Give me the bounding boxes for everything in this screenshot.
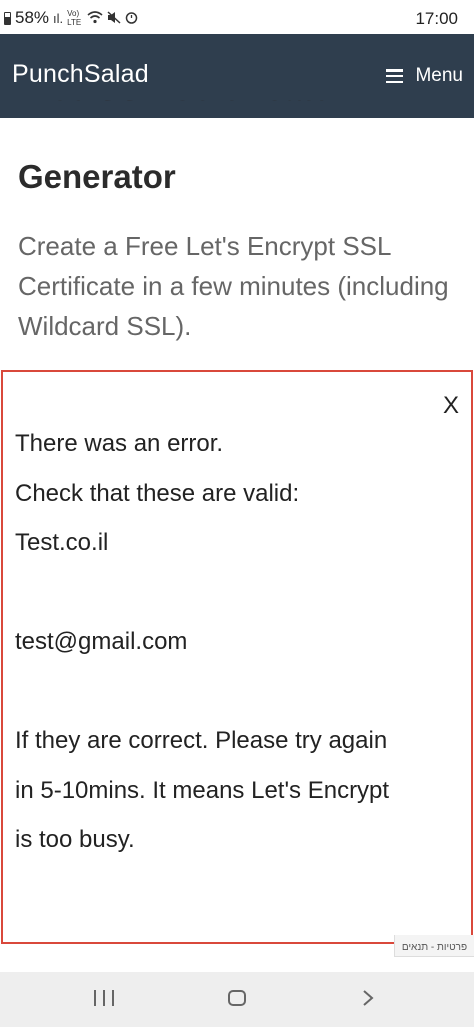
recaptcha-badge[interactable]: פרטיות - תנאים <box>394 935 474 957</box>
page-title-line1-wrapper: Free SSL Certificate <box>18 100 458 118</box>
close-button[interactable]: X <box>443 394 459 418</box>
wifi-icon <box>87 10 103 26</box>
android-nav-bar <box>0 972 474 1027</box>
error-line: There was an error. <box>15 430 224 457</box>
battery-icon <box>4 11 11 25</box>
battery-percent: 58% <box>15 8 50 27</box>
alarm-icon <box>125 11 138 26</box>
lte-label: Vo) LTE <box>67 9 82 27</box>
back-icon[interactable] <box>362 990 374 1006</box>
page-title-line2: Generator <box>18 158 176 195</box>
brand-logo[interactable]: PunchSalad <box>12 60 149 89</box>
status-bar: 58% ıl. Vo) LTE 17:00 <box>0 0 474 34</box>
page-title-line1: Free SSL Certificate <box>18 100 331 118</box>
email-value: test@gmail.com <box>15 628 188 655</box>
status-left: 58% ıl. Vo) LTE <box>4 8 138 28</box>
domain-value: Test.co.il <box>15 529 109 556</box>
page-title: Free SSL Certificate Generator <box>18 100 458 195</box>
hamburger-icon <box>386 69 404 83</box>
error-message: There was an error. Check that these are… <box>15 419 455 865</box>
page-subtitle: Create a Free Let's Encrypt SSL Certific… <box>18 231 449 341</box>
signal-bars-icon: ıl. <box>53 10 64 26</box>
error-line: is too busy. <box>15 826 135 853</box>
clock: 17:00 <box>415 9 458 28</box>
mute-icon <box>107 10 121 26</box>
error-line: Check that these are valid: <box>15 479 300 507</box>
error-modal: X There was an error. Check that these a… <box>1 370 473 944</box>
menu-label: Menu <box>415 65 463 86</box>
error-line: If they are correct. Please try again <box>15 727 388 754</box>
menu-button[interactable]: Menu <box>386 65 463 87</box>
home-icon[interactable] <box>228 990 246 1006</box>
error-line: in 5-10mins. It means Let's Encrypt <box>15 776 390 804</box>
recents-icon[interactable] <box>94 990 114 1006</box>
